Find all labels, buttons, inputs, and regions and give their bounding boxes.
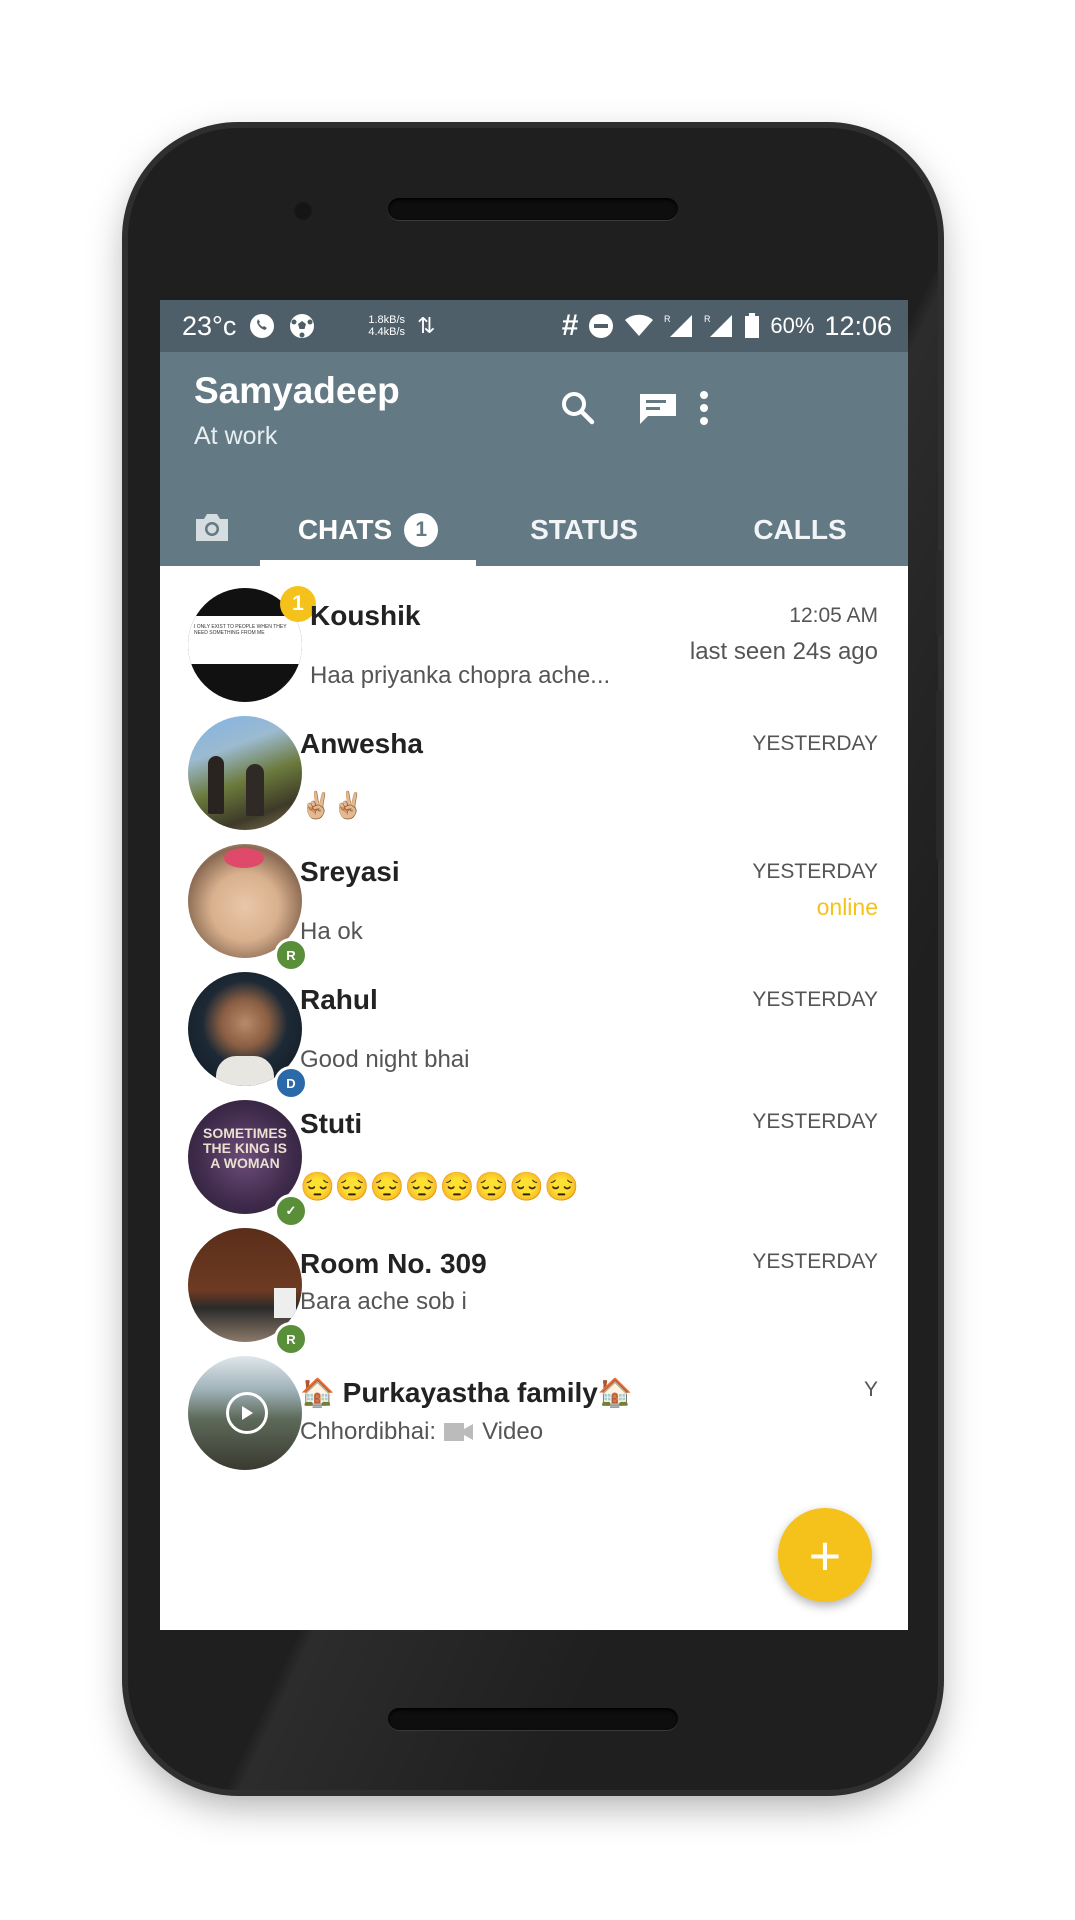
preview-media-label: Video — [482, 1418, 544, 1445]
network-speed: 1.8kB/s 4.4kB/s — [368, 314, 405, 338]
tab-calls[interactable]: CALLS — [692, 494, 908, 566]
battery-icon — [744, 313, 760, 339]
whatsapp-icon — [248, 312, 276, 340]
chat-time: YESTERDAY — [752, 1250, 878, 1273]
app-subtitle: At work — [194, 422, 278, 450]
chat-name: Sreyasi — [300, 856, 400, 887]
power-button — [936, 690, 942, 860]
wifi-icon — [624, 314, 654, 338]
chat-preview: Bara ache sob i — [300, 1288, 467, 1315]
battery-percent: 60% — [770, 313, 815, 338]
search-icon — [562, 392, 595, 425]
front-camera — [292, 200, 314, 222]
app-title: Samyadeep — [194, 370, 400, 411]
new-chat-button[interactable] — [630, 380, 686, 436]
svg-text:R: R — [664, 314, 671, 324]
last-seen-text: last seen 24s ago — [689, 638, 878, 665]
tab-chats[interactable]: CHATS 1 — [260, 494, 476, 566]
bottom-speaker — [388, 1708, 678, 1730]
more-icon — [700, 391, 708, 425]
data-transfer-icon: ⇅ — [417, 313, 436, 338]
camera-tab[interactable] — [186, 506, 238, 550]
status-bar: 23°c 1.8kB/s 4.4kB/s ⇅ # R R 60% 12:06 — [160, 300, 908, 352]
avatar — [188, 716, 302, 830]
svg-text:R: R — [704, 314, 711, 324]
clock-time: 12:06 — [824, 310, 892, 341]
avatar-caption: SOMETIMES THE KING IS A WOMAN — [202, 1125, 287, 1171]
play-icon — [226, 1392, 268, 1434]
phone-screen: 23°c 1.8kB/s 4.4kB/s ⇅ # R R 60% 12:06 S… — [160, 300, 908, 1630]
chat-name: Rahul — [300, 984, 378, 1015]
chat-preview: Good night bhai — [300, 1046, 470, 1073]
do-not-disturb-icon — [588, 313, 614, 339]
chat-time: YESTERDAY — [752, 988, 878, 1011]
hash-icon: # — [561, 309, 579, 342]
new-chat-icon — [640, 394, 676, 424]
camera-icon — [196, 514, 228, 541]
chat-time: Y — [863, 1378, 878, 1401]
football-icon — [288, 312, 316, 340]
chat-time: 12:05 AM — [789, 604, 878, 627]
plus-icon: + — [808, 1523, 842, 1587]
download-speed: 4.4kB/s — [368, 326, 406, 338]
chat-name: 🏠 Purkayastha family🏠 — [300, 1377, 633, 1408]
chat-preview: Haa priyanka chopra ache... — [310, 662, 611, 689]
signal-icon-2: R — [704, 313, 734, 339]
tab-bar: CHATS 1 STATUS CALLS — [160, 494, 908, 566]
more-options-button[interactable] — [690, 380, 718, 436]
chat-preview: Ha ok — [300, 918, 363, 945]
signal-icon: R — [664, 313, 694, 339]
volume-button — [936, 550, 942, 636]
online-status: online — [816, 894, 878, 920]
chat-preview: 😔😔😔😔😔😔😔😔 — [300, 1171, 579, 1202]
chat-row-purkayastha-family[interactable]: 🏠 Purkayastha family🏠 Chhordibhai: Video… — [160, 1334, 908, 1492]
chat-time: YESTERDAY — [752, 860, 878, 883]
chat-preview: ✌🏼✌🏼 — [300, 790, 365, 820]
tab-chats-label: CHATS — [297, 514, 393, 545]
chat-name: Anwesha — [300, 728, 423, 759]
preview-sender: Chhordibhai: — [300, 1418, 437, 1445]
chat-name: Koushik — [310, 600, 421, 631]
chat-time: YESTERDAY — [752, 1110, 878, 1133]
upload-speed: 1.8kB/s — [368, 314, 406, 326]
temperature-text: 23°c — [182, 310, 237, 341]
search-button[interactable] — [550, 380, 606, 436]
top-speaker — [388, 198, 678, 220]
tab-status-label: STATUS — [530, 514, 638, 545]
app-bar: Samyadeep At work CHATS 1 STATUS CALLS — [160, 352, 908, 566]
chat-name: Room No. 309 — [300, 1248, 487, 1279]
tab-status[interactable]: STATUS — [476, 494, 692, 566]
chat-preview: Chhordibhai: Video — [300, 1418, 543, 1446]
video-icon — [444, 1423, 474, 1441]
tab-calls-label: CALLS — [753, 514, 847, 545]
chat-name: Stuti — [300, 1108, 363, 1139]
new-chat-fab[interactable]: + — [778, 1508, 872, 1602]
avatar-caption: I ONLY EXIST TO PEOPLE WHEN THEY NEED SO… — [188, 616, 302, 664]
avatar — [188, 1356, 302, 1470]
chats-unread-badge: 1 — [404, 513, 439, 547]
chat-time: YESTERDAY — [752, 732, 878, 755]
